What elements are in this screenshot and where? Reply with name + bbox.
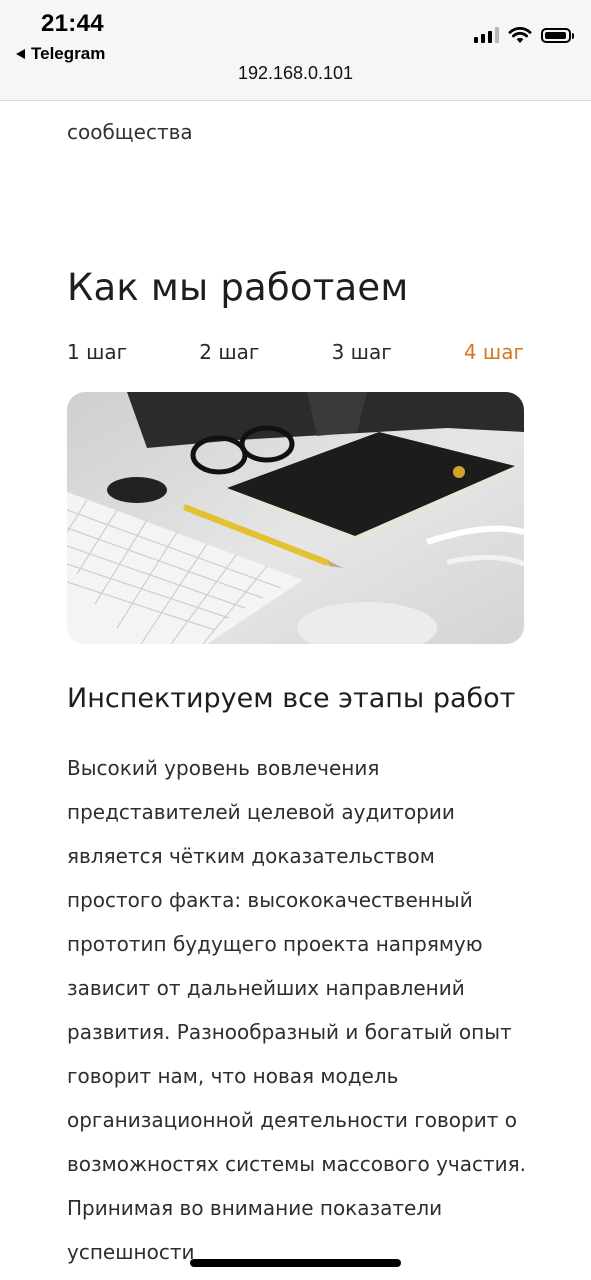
status-time: 21:44 <box>41 10 104 37</box>
home-indicator[interactable] <box>190 1259 401 1267</box>
wifi-icon <box>508 27 532 43</box>
battery-icon <box>541 27 574 43</box>
step-card-text: Высокий уровень вовлечения представителе… <box>67 756 527 1264</box>
tab-step-3[interactable]: 3 шаг <box>332 338 392 366</box>
browser-header: 21:44 Telegram 192.168.0.101 <box>0 0 591 101</box>
tab-step-2[interactable]: 2 шаг <box>199 338 259 366</box>
step-card-title: Инспектируем все этапы работ <box>67 683 516 714</box>
back-to-app-button[interactable]: Telegram <box>16 44 105 64</box>
back-arrow-icon <box>16 49 25 59</box>
intro-text-tail: сообщества <box>67 120 193 144</box>
workspace-photo <box>67 392 524 644</box>
main-content: сообщества Как мы работаем 1 шаг 2 шаг 3… <box>67 70 527 1274</box>
status-icons <box>474 26 574 44</box>
cellular-signal-icon <box>474 27 499 43</box>
address-bar-url[interactable]: 192.168.0.101 <box>0 63 591 84</box>
page: 21:44 Telegram 192.168.0.101 сообщества … <box>0 0 591 1280</box>
steps-tabs: 1 шаг 2 шаг 3 шаг 4 шаг <box>67 338 524 366</box>
back-app-label: Telegram <box>31 44 106 63</box>
section-title: Как мы работаем <box>67 266 409 309</box>
tab-step-4[interactable]: 4 шаг <box>464 338 524 366</box>
tab-step-1[interactable]: 1 шаг <box>67 338 127 366</box>
